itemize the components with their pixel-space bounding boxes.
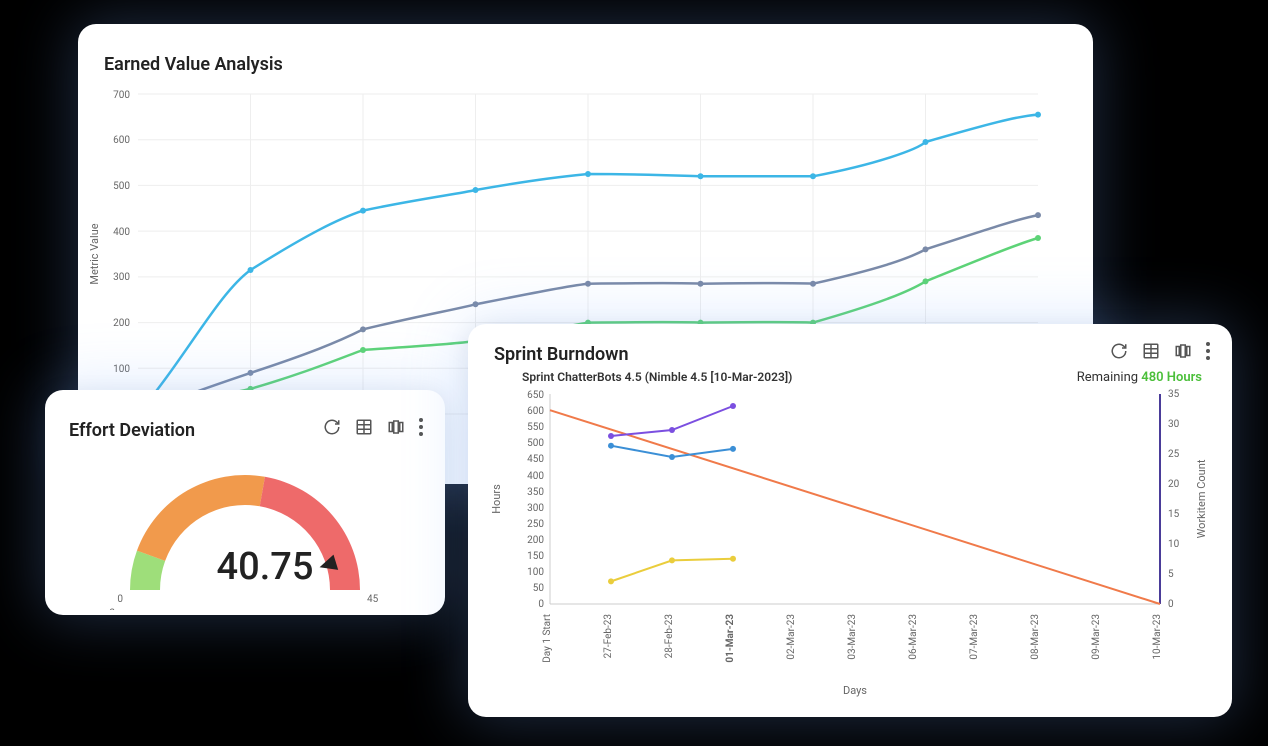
gauge-scale-under: 2 bbox=[109, 608, 115, 610]
svg-text:600: 600 bbox=[527, 406, 544, 417]
sb-y2-label: Workitem Count bbox=[1195, 459, 1208, 538]
effort-deviation-value: 40.75 bbox=[205, 545, 325, 589]
sprint-burndown-chart: 0 50 100 150 200 250 300 350 400 450 500… bbox=[468, 386, 1232, 716]
sprint-burndown-title: Sprint Burndown bbox=[494, 344, 629, 365]
svg-text:400: 400 bbox=[113, 227, 130, 238]
sb-x-tick: 07-Mar-23 bbox=[969, 614, 980, 660]
sb-x-tick: 27-Feb-23 bbox=[603, 614, 614, 658]
svg-text:25: 25 bbox=[1168, 449, 1180, 460]
sb-x-tick: 02-Mar-23 bbox=[786, 614, 797, 660]
table-icon[interactable] bbox=[1142, 342, 1160, 360]
sb-y-axis: 0 50 100 150 200 250 300 350 400 450 500… bbox=[527, 390, 544, 610]
layout-icon[interactable] bbox=[387, 418, 405, 436]
sb-x-label: Days bbox=[843, 684, 867, 697]
sb-x-tick: 28-Feb-23 bbox=[664, 614, 675, 658]
ev-y-label: Metric Value bbox=[88, 223, 101, 284]
svg-text:15: 15 bbox=[1168, 509, 1180, 520]
sprint-burndown-subtitle: Sprint ChatterBots 4.5 (Nimble 4.5 [10-M… bbox=[522, 370, 792, 384]
svg-text:400: 400 bbox=[527, 471, 544, 482]
layout-icon[interactable] bbox=[1174, 342, 1192, 360]
svg-text:250: 250 bbox=[527, 519, 544, 530]
svg-text:300: 300 bbox=[527, 503, 544, 514]
svg-text:300: 300 bbox=[113, 272, 130, 283]
svg-text:450: 450 bbox=[527, 454, 544, 465]
sb-x-tick: 01-Mar-23 bbox=[725, 614, 736, 663]
svg-text:500: 500 bbox=[527, 438, 544, 449]
effort-deviation-card: Effort Deviation 0 2 45 40.75 bbox=[45, 390, 445, 615]
svg-text:100: 100 bbox=[113, 364, 130, 375]
svg-text:700: 700 bbox=[113, 90, 130, 101]
svg-text:5: 5 bbox=[1168, 569, 1174, 580]
sprint-burndown-toolbar bbox=[1110, 342, 1210, 360]
sb-y2-axis: 0 5 10 15 20 25 30 35 bbox=[1168, 389, 1180, 610]
svg-text:150: 150 bbox=[527, 551, 544, 562]
svg-text:50: 50 bbox=[533, 583, 545, 594]
refresh-icon[interactable] bbox=[1110, 342, 1128, 360]
svg-text:100: 100 bbox=[527, 567, 544, 578]
more-icon[interactable] bbox=[1206, 342, 1210, 360]
sb-y-label: Hours bbox=[490, 484, 503, 514]
table-icon[interactable] bbox=[355, 418, 373, 436]
svg-text:550: 550 bbox=[527, 422, 544, 433]
svg-text:500: 500 bbox=[113, 181, 130, 192]
sb-x-axis: Day 1 Start 27-Feb-23 28-Feb-23 01-Mar-23 02… bbox=[542, 614, 1163, 663]
svg-text:0: 0 bbox=[538, 599, 544, 610]
svg-text:200: 200 bbox=[113, 318, 130, 329]
sb-x-tick: 09-Mar-23 bbox=[1091, 614, 1102, 660]
sprint-burndown-remaining: Remaining 480 Hours bbox=[1077, 370, 1202, 385]
sb-x-tick: 03-Mar-23 bbox=[847, 614, 858, 660]
sprint-burndown-card: Sprint Burndown Sprint ChatterBots 4.5 (… bbox=[468, 324, 1232, 717]
svg-text:650: 650 bbox=[527, 390, 544, 401]
svg-text:350: 350 bbox=[527, 487, 544, 498]
more-icon[interactable] bbox=[419, 418, 423, 436]
sb-x-tick: Day 1 Start bbox=[542, 614, 553, 663]
gauge-max: 45 bbox=[367, 594, 379, 605]
svg-text:30: 30 bbox=[1168, 419, 1180, 430]
sb-x-tick: 06-Mar-23 bbox=[908, 614, 919, 660]
svg-text:20: 20 bbox=[1168, 479, 1180, 490]
refresh-icon[interactable] bbox=[323, 418, 341, 436]
svg-text:0: 0 bbox=[1168, 599, 1174, 610]
svg-text:35: 35 bbox=[1168, 389, 1180, 400]
sb-x-tick: 08-Mar-23 bbox=[1030, 614, 1041, 660]
sb-series-ideal bbox=[550, 410, 1160, 604]
effort-deviation-toolbar bbox=[323, 418, 423, 436]
svg-text:600: 600 bbox=[113, 135, 130, 146]
remaining-hours: 480 Hours bbox=[1141, 370, 1202, 385]
sb-x-tick: 10-Mar-23 bbox=[1152, 614, 1163, 660]
remaining-label: Remaining bbox=[1077, 370, 1142, 385]
effort-deviation-title: Effort Deviation bbox=[69, 420, 195, 441]
svg-text:200: 200 bbox=[527, 535, 544, 546]
gauge-min: 0 bbox=[117, 594, 123, 605]
svg-text:10: 10 bbox=[1168, 539, 1180, 550]
earned-value-title: Earned Value Analysis bbox=[104, 54, 283, 75]
